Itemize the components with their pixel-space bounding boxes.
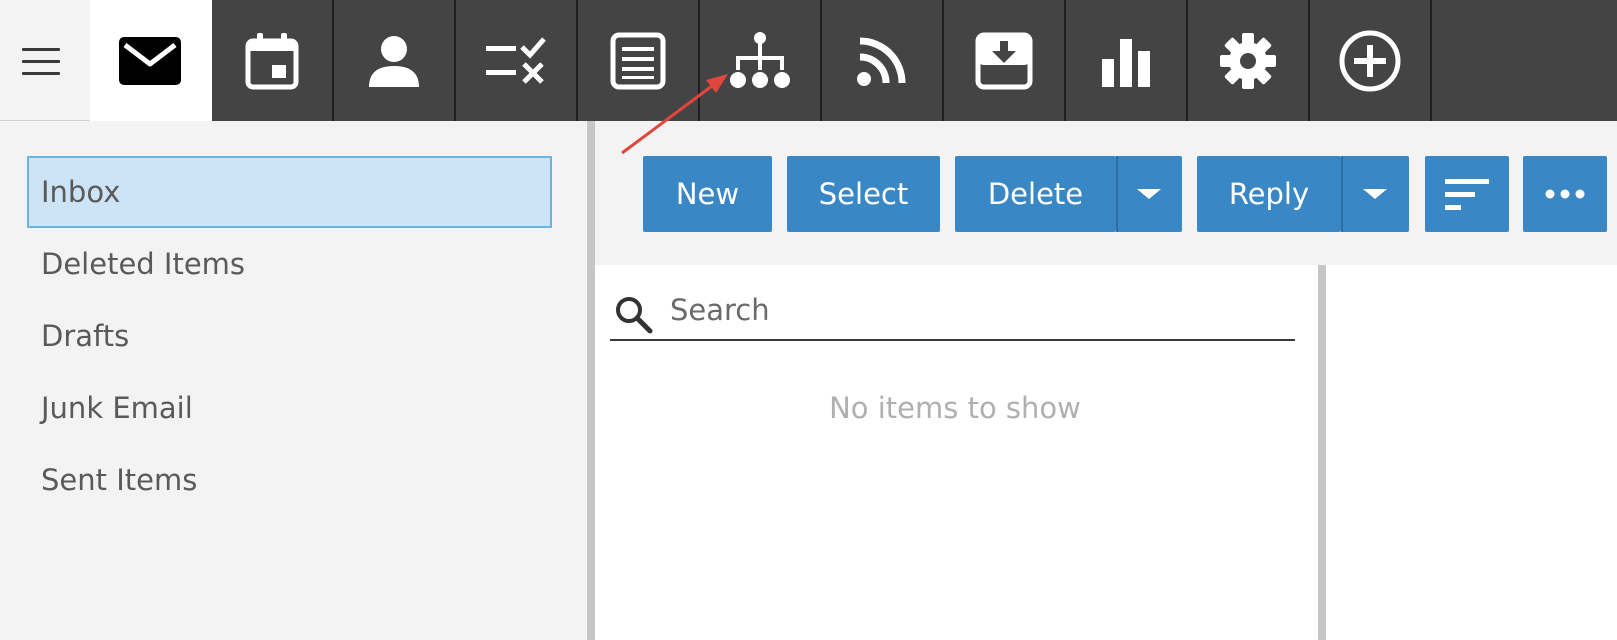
folder-junk-email[interactable]: Junk Email	[27, 372, 552, 444]
rss-icon	[857, 37, 906, 86]
delete-button[interactable]: Delete	[955, 156, 1116, 232]
tab-calendar[interactable]	[212, 0, 334, 121]
tab-settings[interactable]	[1188, 0, 1310, 121]
empty-list-message: No items to show	[829, 391, 1081, 425]
tab-feeds[interactable]	[822, 0, 944, 121]
chevron-down-icon	[1137, 189, 1161, 199]
reading-pane-splitter[interactable]	[1318, 265, 1326, 640]
chevron-down-icon	[1363, 189, 1387, 199]
reading-pane	[1326, 265, 1617, 640]
sort-icon	[1445, 179, 1489, 210]
tab-reports[interactable]	[1066, 0, 1188, 121]
mail-icon	[119, 36, 181, 85]
add-circle-icon	[1339, 30, 1401, 91]
reply-button[interactable]: Reply	[1197, 156, 1341, 232]
search-box	[610, 281, 1295, 341]
more-icon	[1545, 189, 1585, 199]
folder-pane: Inbox Deleted Items Drafts Junk Email Se…	[0, 121, 587, 640]
delete-dropdown-button[interactable]	[1116, 156, 1182, 232]
search-input[interactable]	[670, 289, 1270, 331]
mail-app: Inbox Deleted Items Drafts Junk Email Se…	[0, 0, 1617, 640]
bar-chart-icon	[1102, 38, 1150, 87]
org-chart-icon	[730, 31, 790, 88]
tab-notes[interactable]	[578, 0, 700, 121]
tab-org-chart[interactable]	[700, 0, 822, 121]
calendar-icon	[245, 32, 299, 89]
tab-add[interactable]	[1310, 0, 1432, 121]
folder-deleted-items[interactable]: Deleted Items	[27, 228, 552, 300]
tab-mail[interactable]	[90, 0, 212, 121]
folder-inbox[interactable]: Inbox	[27, 156, 552, 228]
app-tabs	[90, 0, 1432, 121]
sort-button[interactable]	[1425, 156, 1509, 232]
top-nav-bar	[0, 0, 1617, 121]
gear-icon	[1220, 32, 1276, 89]
tab-people[interactable]	[334, 0, 456, 121]
search-icon	[616, 297, 653, 334]
hamburger-menu-icon[interactable]	[22, 48, 60, 76]
tab-archive[interactable]	[944, 0, 1066, 121]
folder-drafts[interactable]: Drafts	[27, 300, 552, 372]
more-options-button[interactable]	[1523, 156, 1607, 232]
pane-splitter[interactable]	[587, 121, 595, 640]
archive-icon	[975, 32, 1033, 89]
folder-sent-items[interactable]: Sent Items	[27, 444, 552, 516]
notes-icon	[610, 32, 666, 89]
menu-zone	[0, 0, 90, 121]
message-list-pane: No items to show	[595, 265, 1318, 640]
new-button[interactable]: New	[643, 156, 772, 232]
tasks-icon	[486, 36, 546, 84]
person-icon	[369, 35, 419, 87]
reply-dropdown-button[interactable]	[1341, 156, 1409, 232]
tab-tasks[interactable]	[456, 0, 578, 121]
select-button[interactable]: Select	[787, 156, 940, 232]
